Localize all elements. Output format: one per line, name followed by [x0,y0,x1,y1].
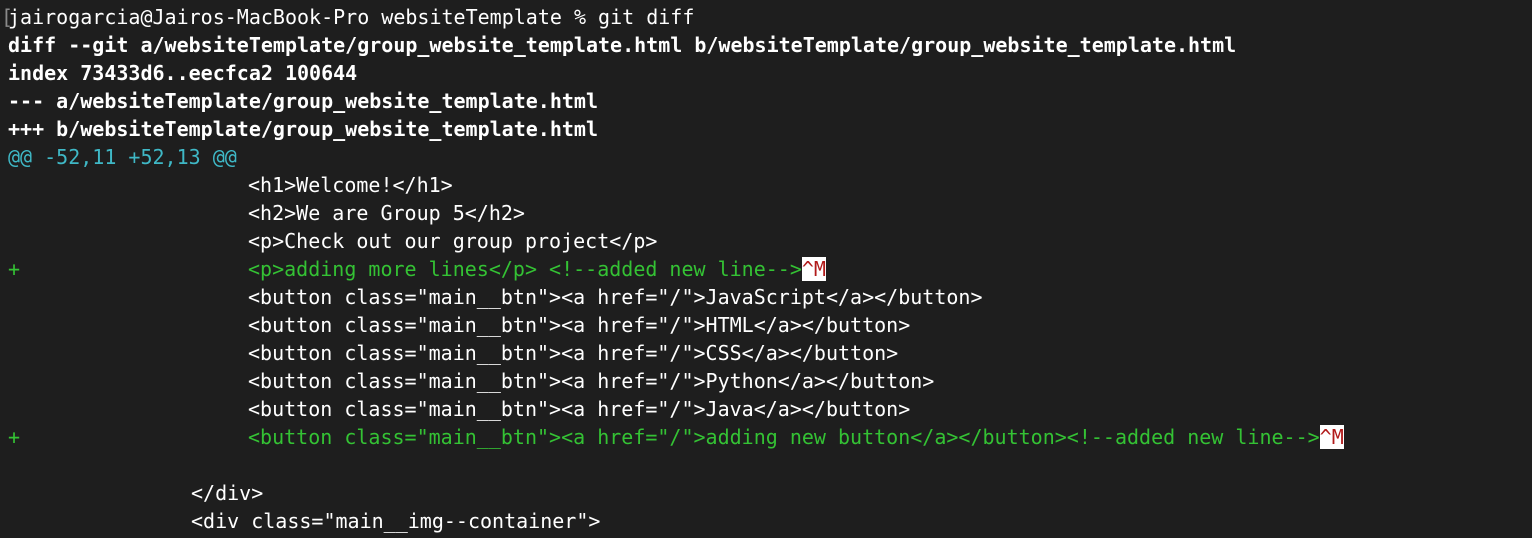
diff-line-text: <button class="main__btn"><a href="/">HT… [248,313,911,337]
diff-context-line: <button class="main__btn"><a href="/">Ja… [8,283,1532,311]
hunk-header: @@ -52,11 +52,13 @@ [8,145,237,169]
diff-line-text: <p>adding more lines</p> <!--added new l… [248,257,802,281]
prompt-user-host: jairogarcia@Jairos-MacBook-Pro [8,5,370,29]
diff-context-line: <h1>Welcome!</h1> [8,171,1532,199]
terminal-window[interactable]: [jairogarcia@Jairos-MacBook-Pro websiteT… [0,0,1532,538]
diff-context-line: <button class="main__btn"><a href="/">Ja… [8,395,1532,423]
diff-line-text: <h1>Welcome!</h1> [248,173,453,197]
diff-line-text: <button class="main__btn"><a href="/">Ja… [248,285,983,309]
diff-context-line: <h2>We are Group 5</h2> [8,199,1532,227]
diff-line-text: </div> [191,481,264,505]
diff-line-text: <button class="main__btn"><a href="/">Py… [248,369,935,393]
diff-line-text: <h2>We are Group 5</h2> [248,201,525,225]
diff-minus-file-line: --- a/websiteTemplate/group_website_temp… [8,89,599,113]
diff-added-line: + <p>adding more lines</p> <!--added new … [8,255,1532,283]
diff-line-text: <button class="main__btn"><a href="/">Ja… [248,397,911,421]
diff-line-text: <div class="main__img--container"> [191,509,601,533]
added-marker: + [8,257,21,281]
diff-line-text: <button class="main__btn"><a href="/">ad… [248,425,1320,449]
prompt-line: [jairogarcia@Jairos-MacBook-Pro websiteT… [1,3,1532,31]
diff-context-line: <button class="main__btn"><a href="/">Py… [8,367,1532,395]
diff-line-text: <button class="main__btn"><a href="/">CS… [248,341,899,365]
diff-line-text: <p>Check out our group project</p> [248,229,658,253]
diff-git-line: diff --git a/websiteTemplate/group_websi… [8,33,1237,57]
diff-context-line: <button class="main__btn"><a href="/">HT… [8,311,1532,339]
added-marker: + [8,425,21,449]
carriage-return-marker: ^M [801,257,826,281]
diff-index-line: index 73433d6..eecfca2 100644 [8,61,358,85]
prompt-cwd: websiteTemplate [381,5,562,29]
diff-blank-line [8,451,1532,479]
diff-plus-file-line: +++ b/websiteTemplate/group_website_temp… [8,117,599,141]
diff-context-line: <div class="main__img--container"> [8,507,1532,535]
prompt-symbol: % [573,5,586,29]
diff-added-line: + <button class="main__btn"><a href="/">a… [8,423,1532,451]
carriage-return-marker: ^M [1319,425,1344,449]
prompt-mark-icon: [ [1,5,14,29]
diff-context-line: <button class="main__btn"><a href="/">CS… [8,339,1532,367]
diff-context-line: <p>Check out our group project</p> [8,227,1532,255]
prompt-command: git diff [598,5,695,29]
diff-context-line: </div> [8,479,1532,507]
